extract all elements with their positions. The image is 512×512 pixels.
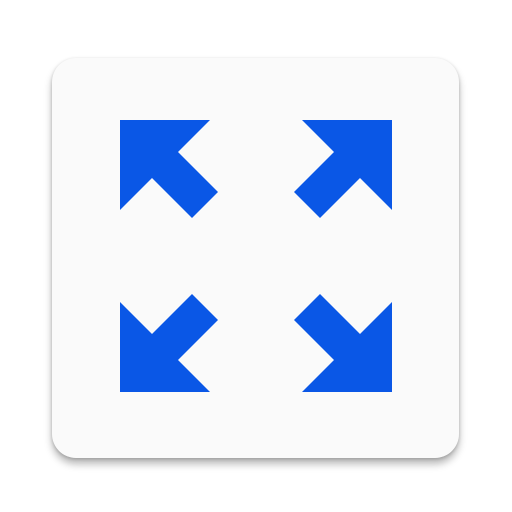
arrow-up-right-icon [294, 120, 392, 218]
launcher-canvas [0, 0, 512, 512]
arrow-up-left-icon [120, 120, 218, 218]
arrow-down-right-icon [294, 294, 392, 392]
expand-arrows-icon [120, 120, 392, 392]
arrow-down-left-icon [120, 294, 218, 392]
